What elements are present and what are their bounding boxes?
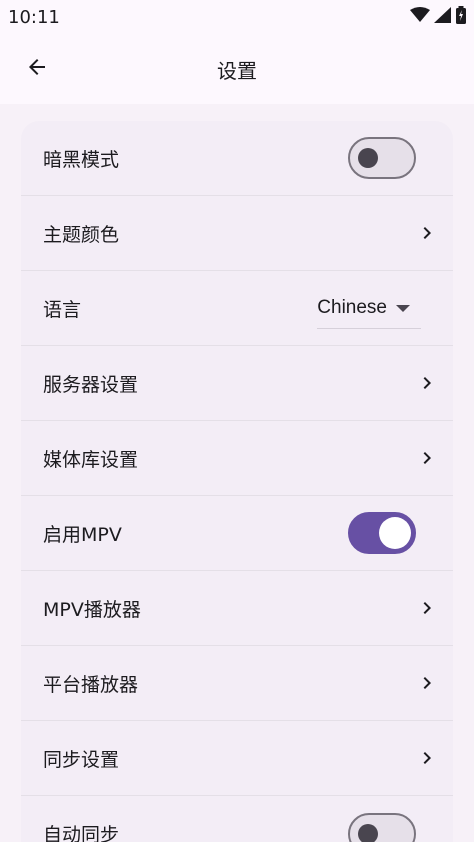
setting-language[interactable]: 语言 Chinese <box>21 271 453 346</box>
dropdown-arrow-icon <box>395 298 411 317</box>
toggle-knob <box>358 823 378 842</box>
setting-label: 媒体库设置 <box>43 448 139 471</box>
toggle-knob <box>379 517 411 549</box>
enable-mpv-toggle[interactable] <box>348 512 416 554</box>
setting-enable-mpv[interactable]: 启用MPV <box>21 496 453 571</box>
battery-icon <box>456 6 466 28</box>
setting-mpv-player[interactable]: MPV播放器 <box>21 571 453 646</box>
setting-library[interactable]: 媒体库设置 <box>21 421 453 496</box>
setting-dark-mode[interactable]: 暗黑模式 <box>21 121 453 196</box>
setting-server[interactable]: 服务器设置 <box>21 346 453 421</box>
wifi-icon <box>410 7 430 27</box>
setting-label: 主题颜色 <box>43 223 120 246</box>
language-dropdown[interactable]: Chinese <box>317 287 421 329</box>
setting-platform-player[interactable]: 平台播放器 <box>21 646 453 721</box>
setting-label: 服务器设置 <box>43 373 139 396</box>
cellular-signal-icon <box>434 7 452 27</box>
settings-list: 暗黑模式 主题颜色 语言 Chinese 服务器设置 媒体库设置 启用MPV M… <box>21 121 453 842</box>
chevron-right-icon <box>415 671 439 695</box>
setting-auto-sync[interactable]: 自动同步 <box>21 796 453 842</box>
page-title: 设置 <box>217 58 257 83</box>
toggle-knob <box>358 148 378 168</box>
chevron-right-icon <box>415 746 439 770</box>
setting-label: 启用MPV <box>43 523 122 546</box>
setting-label: 同步设置 <box>43 748 120 771</box>
setting-label: MPV播放器 <box>43 598 141 621</box>
chevron-right-icon <box>415 596 439 620</box>
app-bar: 设置 <box>0 34 474 104</box>
settings-content[interactable]: 暗黑模式 主题颜色 语言 Chinese 服务器设置 媒体库设置 启用MPV M… <box>0 104 474 842</box>
setting-label: 语言 <box>43 298 82 321</box>
status-time: 10:11 <box>8 6 60 28</box>
chevron-right-icon <box>415 221 439 245</box>
status-icons <box>410 6 466 28</box>
setting-label: 自动同步 <box>43 824 120 842</box>
chevron-right-icon <box>415 371 439 395</box>
status-bar: 10:11 <box>0 0 474 34</box>
chevron-right-icon <box>415 446 439 470</box>
auto-sync-toggle[interactable] <box>348 812 416 842</box>
setting-sync[interactable]: 同步设置 <box>21 721 453 796</box>
setting-label: 暗黑模式 <box>43 148 120 171</box>
setting-label: 平台播放器 <box>43 673 139 696</box>
setting-theme-color[interactable]: 主题颜色 <box>21 196 453 271</box>
dark-mode-toggle[interactable] <box>348 137 416 179</box>
language-value: Chinese <box>317 296 387 318</box>
